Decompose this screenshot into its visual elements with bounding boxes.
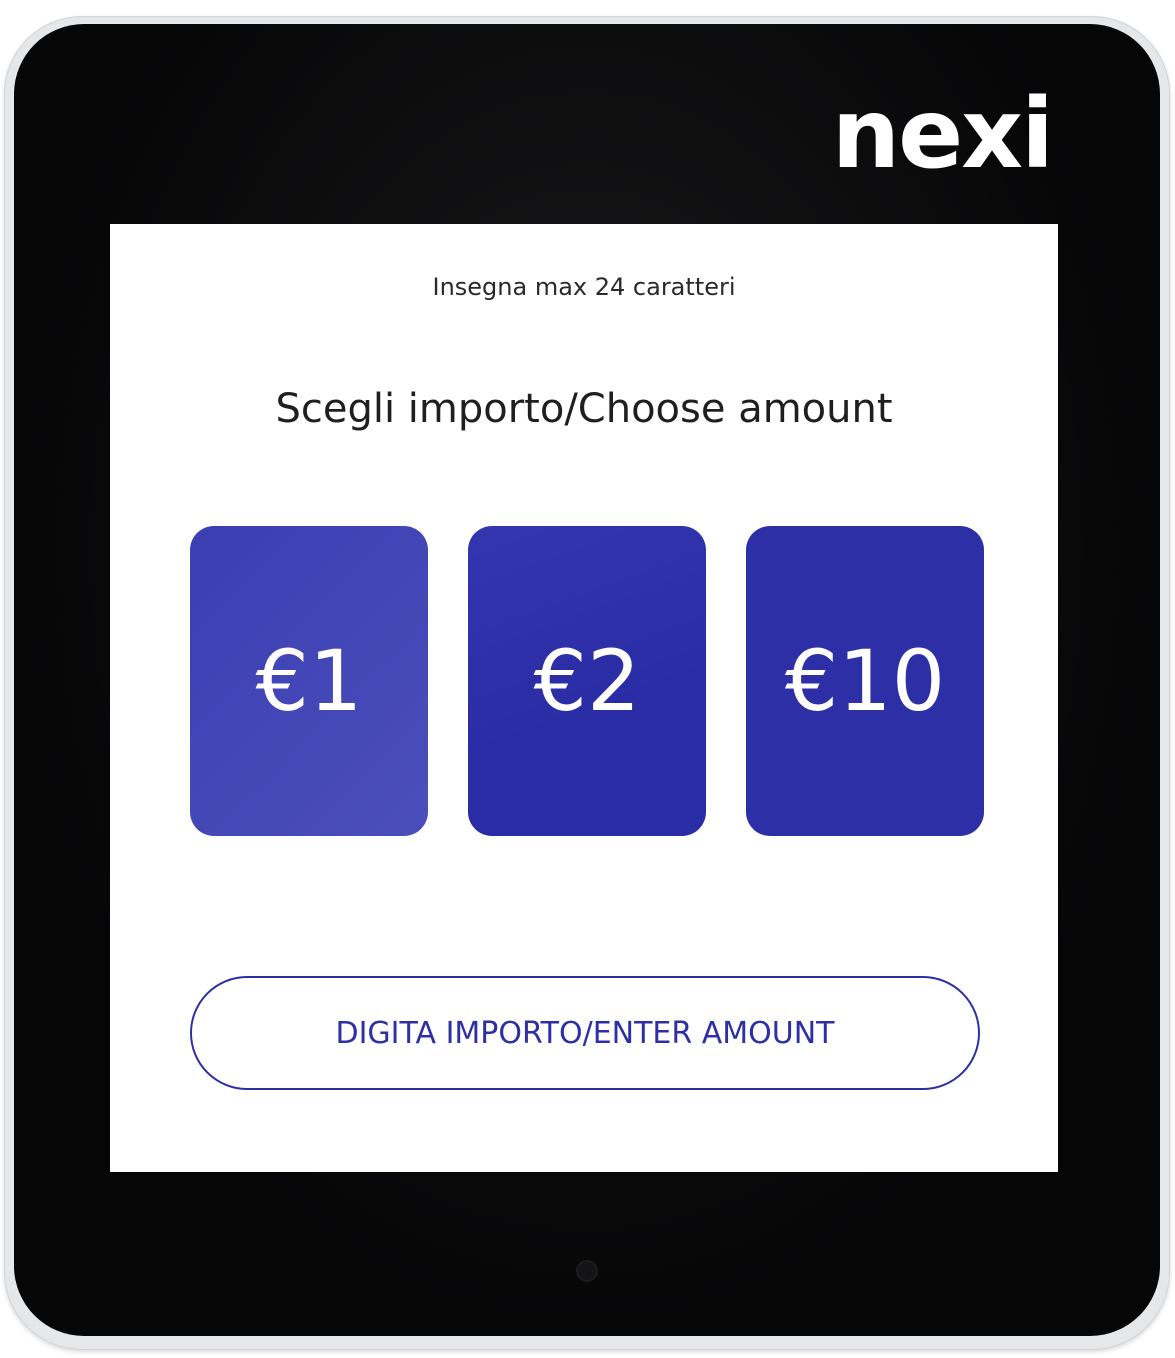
pos-terminal-frame: nexi Insegna max 24 caratteri Scegli imp… bbox=[4, 16, 1170, 1350]
terminal-bezel: nexi Insegna max 24 caratteri Scegli imp… bbox=[14, 24, 1160, 1336]
terminal-screen: Insegna max 24 caratteri Scegli importo/… bbox=[110, 224, 1058, 1172]
amount-button-1[interactable]: €1 bbox=[190, 526, 428, 836]
choose-amount-heading: Scegli importo/Choose amount bbox=[275, 386, 893, 432]
enter-amount-button[interactable]: DIGITA IMPORTO/ENTER AMOUNT bbox=[190, 976, 980, 1090]
amount-button-2[interactable]: €2 bbox=[468, 526, 706, 836]
camera-sensor-icon bbox=[578, 1262, 596, 1280]
amount-options-group: €1 €2 €10 bbox=[190, 526, 984, 838]
merchant-name-label: Insegna max 24 caratteri bbox=[432, 273, 736, 301]
amount-button-10[interactable]: €10 bbox=[746, 526, 984, 836]
nexi-logo: nexi bbox=[831, 78, 1054, 190]
